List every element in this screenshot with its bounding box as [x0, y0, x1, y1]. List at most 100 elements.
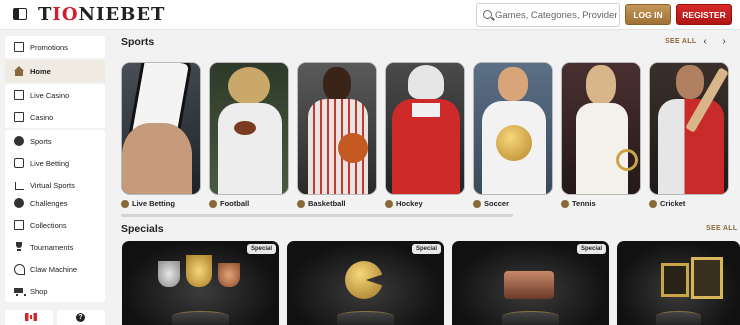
sport-label-hockey[interactable]: Hockey [385, 199, 423, 208]
sidebar-item-collections[interactable]: Collections [5, 214, 105, 236]
top-bar: TIONIEBET LOG IN REGISTER [0, 0, 740, 30]
gift-icon [14, 42, 24, 52]
special-badge: Special [411, 244, 441, 254]
casino-icon [14, 90, 24, 100]
pedestal [172, 311, 229, 325]
soccer-icon [473, 199, 481, 208]
pedestal [337, 311, 394, 325]
sport-card-hockey[interactable] [385, 62, 465, 195]
sidebar-item-promotions[interactable]: Promotions [5, 36, 105, 58]
hockey-icon [385, 199, 393, 208]
live-betting-icon [121, 199, 129, 208]
sidebar-item-claw-machine[interactable]: Claw Machine [5, 258, 105, 280]
sidebar-item-label: Live Casino [30, 90, 70, 100]
specials-section-title: Specials [121, 223, 164, 235]
sport-card-football[interactable] [209, 62, 289, 195]
sport-card-basketball[interactable] [297, 62, 377, 195]
sidebar-footer: ? [5, 310, 105, 325]
sidebar-group-promotions: Promotions [5, 36, 105, 58]
help-button[interactable]: ? [57, 310, 105, 325]
sports-see-all-link[interactable]: SEE ALL [665, 38, 696, 45]
special-card[interactable]: Special [452, 241, 609, 325]
sidebar-item-label: Virtual Sports [30, 180, 75, 190]
sports-scrollbar[interactable] [121, 214, 513, 217]
sidebar-item-label: Sports [30, 136, 52, 146]
sidebar-item-shop[interactable]: Shop [5, 280, 105, 302]
sport-label-cricket[interactable]: Cricket [649, 199, 685, 208]
sport-label-text: Basketball [308, 199, 346, 208]
sidebar-item-tournaments[interactable]: Tournaments [5, 236, 105, 258]
sidebar-group-extras: Challenges Collections Tournaments Claw … [5, 192, 105, 302]
logo-text-prefix: T [38, 4, 53, 25]
sidebar-item-challenges[interactable]: Challenges [5, 192, 105, 214]
special-badge: Special [576, 244, 606, 254]
special-card[interactable] [617, 241, 740, 325]
sport-label-basketball[interactable]: Basketball [297, 199, 346, 208]
register-button[interactable]: REGISTER [676, 4, 732, 25]
sport-label-text: Hockey [396, 199, 423, 208]
special-badge: Special [246, 244, 276, 254]
sport-card-tennis[interactable] [561, 62, 641, 195]
sidebar-group-sports: Sports Live Betting Virtual Sports [5, 130, 105, 196]
canada-flag-icon [25, 313, 37, 321]
sidebar-group-home: Home [5, 60, 105, 82]
sport-card-live-betting[interactable] [121, 62, 201, 195]
tennis-icon [561, 199, 569, 208]
search-icon [483, 10, 492, 19]
sidebar-item-home[interactable]: Home [5, 60, 105, 82]
sidebar-item-label: Collections [30, 220, 67, 230]
sport-card-soccer[interactable] [473, 62, 553, 195]
sidebar-item-live-betting[interactable]: Live Betting [5, 152, 105, 174]
sidebar-item-label: Home [30, 66, 51, 76]
sport-label-text: Soccer [484, 199, 510, 208]
cart-icon [14, 286, 26, 296]
prev-arrow-icon[interactable]: ‹ [699, 36, 711, 48]
logo[interactable]: TIONIEBET [38, 4, 165, 25]
ball-icon [14, 136, 24, 146]
sport-label-football[interactable]: Football [209, 199, 249, 208]
next-arrow-icon[interactable]: › [718, 36, 730, 48]
sport-label-soccer[interactable]: Soccer [473, 199, 509, 208]
sidebar-item-label: Shop [30, 286, 48, 296]
sidebar-group-casino: Live Casino Casino [5, 84, 105, 128]
sidebar-item-label: Challenges [30, 198, 68, 208]
sport-label-live-betting[interactable]: Live Betting [121, 199, 175, 208]
pedestal [502, 311, 559, 325]
monitor-icon [14, 180, 24, 190]
sport-card-cricket[interactable] [649, 62, 729, 195]
pedestal [656, 311, 701, 325]
sidebar-item-label: Tournaments [30, 242, 74, 252]
sidebar-item-label: Live Betting [30, 158, 70, 168]
collection-icon [14, 220, 24, 230]
special-card[interactable]: Special [287, 241, 444, 325]
home-icon [14, 66, 24, 76]
sidebar-item-label: Promotions [30, 42, 68, 52]
sport-label-text: Live Betting [132, 199, 175, 208]
trophy-icon [14, 242, 24, 252]
live-icon [14, 158, 24, 168]
logo-text-io: IO [52, 4, 79, 25]
special-card[interactable]: Special [122, 241, 279, 325]
sidebar-item-label: Casino [30, 112, 54, 122]
sport-label-text: Football [220, 199, 250, 208]
search-box[interactable] [476, 3, 620, 27]
target-icon [14, 198, 24, 208]
sidebar-item-label: Claw Machine [30, 264, 78, 274]
sport-label-text: Cricket [660, 199, 686, 208]
cricket-icon [649, 199, 657, 208]
language-selector[interactable] [5, 310, 53, 325]
sidebar-item-live-casino[interactable]: Live Casino [5, 84, 105, 106]
logo-text-suffix: NIEBET [78, 4, 166, 25]
sport-label-text: Tennis [572, 199, 596, 208]
help-icon: ? [76, 313, 85, 322]
specials-see-all-link[interactable]: SEE ALL [706, 225, 737, 232]
search-input[interactable] [495, 7, 617, 24]
sidebar: Promotions Home Live Casino Casino Sport… [0, 30, 110, 325]
claw-icon [14, 264, 25, 275]
sidebar-item-casino[interactable]: Casino [5, 106, 105, 128]
sidebar-item-sports[interactable]: Sports [5, 130, 105, 152]
login-button[interactable]: LOG IN [625, 4, 671, 25]
basketball-icon [297, 199, 305, 208]
sport-label-tennis[interactable]: Tennis [561, 199, 596, 208]
sidebar-toggle-icon[interactable] [13, 8, 27, 20]
